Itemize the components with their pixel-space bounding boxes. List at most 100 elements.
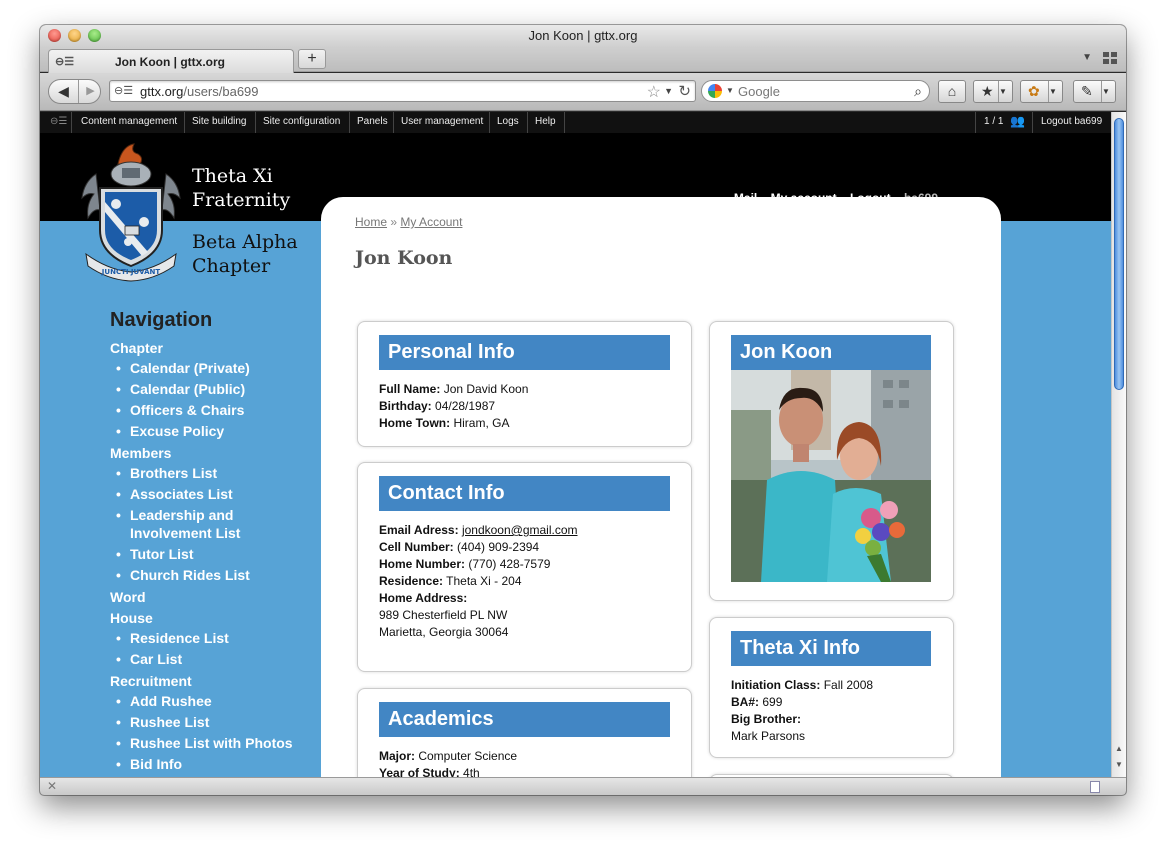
nav-item-church-rides-list[interactable]: Church Rides List — [110, 566, 293, 584]
tab-list-dropdown-icon[interactable]: ▼ — [1082, 52, 1092, 63]
nav-section-recruitment[interactable]: Recruitment — [110, 671, 293, 692]
tab-label: Jon Koon | gttx.org — [115, 55, 226, 69]
admin-menu-content-management[interactable]: Content management — [81, 116, 177, 127]
cell-number-value: (404) 909-2394 — [457, 540, 540, 554]
back-button[interactable]: ◀ — [49, 80, 79, 103]
contact-info-body: Email Adress: jondkoon@gmail.com Cell Nu… — [379, 523, 578, 639]
nav-item-residence-list[interactable]: Residence List — [110, 629, 293, 647]
url-text[interactable]: gttx.org/users/ba699 — [140, 84, 259, 99]
new-tab-button[interactable]: + — [298, 49, 326, 69]
ba-number-value: 699 — [762, 695, 783, 709]
nav-section-house[interactable]: House — [110, 608, 293, 629]
url-history-dropdown-icon[interactable]: ▼ — [664, 86, 673, 96]
minimize-window-button[interactable] — [68, 29, 81, 42]
major-value: Computer Science — [418, 749, 518, 763]
nav-item-officers-chairs[interactable]: Officers & Chairs — [110, 401, 293, 419]
url-bar[interactable]: ⊖☰ gttx.org/users/ba699 ☆ ▼ ↻ — [109, 80, 696, 102]
nav-item-tutor-list[interactable]: Tutor List — [110, 545, 293, 563]
forward-button[interactable]: ▶ — [80, 80, 101, 103]
page-title: Jon Koon — [355, 247, 453, 269]
chapter-name: Beta Alpha Chapter — [192, 230, 298, 278]
admin-logout-link[interactable]: Logout ba699 — [1041, 116, 1102, 127]
addon-button[interactable]: ✿ ▼ — [1020, 80, 1063, 103]
nav-item-associates-list[interactable]: Associates List — [110, 485, 293, 503]
back-forward-group: ◀ ▶ — [48, 79, 101, 104]
admin-menu-site-configuration[interactable]: Site configuration — [263, 116, 340, 127]
close-window-button[interactable] — [48, 29, 61, 42]
scroll-down-icon[interactable]: ▼ — [1115, 760, 1123, 769]
users-online-icon: 👥 — [1010, 114, 1025, 128]
nav-item-add-rushee[interactable]: Add Rushee — [110, 692, 293, 710]
admin-menu-panels[interactable]: Panels — [357, 116, 388, 127]
nav-item-calendar-private[interactable]: Calendar (Private) — [110, 359, 293, 377]
hometown-value: Hiram, GA — [453, 416, 510, 430]
academics-heading: Academics — [379, 702, 670, 737]
home-number-value: (770) 428-7579 — [468, 557, 551, 571]
nav-item-leadership-list[interactable]: Leadership and Involvement List — [110, 506, 270, 542]
site-name-line2: Fraternity — [192, 189, 291, 211]
search-input[interactable]: Google — [738, 84, 780, 99]
site-name-line1: Theta Xi — [192, 165, 273, 187]
main-content: Home » My Account Jon Koon Personal Info… — [321, 197, 1001, 777]
navigation-heading: Navigation — [110, 309, 213, 331]
search-bar[interactable]: ▼ Google ⌕ — [701, 80, 930, 102]
email-link[interactable]: jondkoon@gmail.com — [462, 523, 578, 537]
home-button[interactable]: ⌂ — [938, 80, 966, 103]
breadcrumb: Home » My Account — [355, 215, 462, 229]
nav-item-rushee-list-photos[interactable]: Rushee List with Photos — [110, 734, 293, 752]
personal-info-body: Full Name: Jon David Koon Birthday: 04/2… — [379, 382, 529, 430]
fraternity-crest-logo: JUNCTI JUVANT — [81, 143, 181, 282]
nav-item-car-list[interactable]: Car List — [110, 650, 293, 668]
nav-item-bid-info[interactable]: Bid Info — [110, 755, 293, 773]
zoom-window-button[interactable] — [88, 29, 101, 42]
nav-section-chapter[interactable]: Chapter — [110, 338, 293, 359]
scroll-up-icon[interactable]: ▲ — [1115, 744, 1123, 753]
academics-body: Major: Computer Science Year of Study: 4… — [379, 748, 517, 777]
site-name[interactable]: Theta Xi Fraternity — [192, 164, 290, 212]
reload-icon[interactable]: ↻ — [678, 82, 691, 100]
close-addon-bar-icon[interactable]: ✕ — [47, 779, 57, 793]
breadcrumb-home-link[interactable]: Home — [355, 215, 387, 229]
bookmarks-button[interactable]: ★ ▼ — [973, 80, 1013, 103]
page-viewport: ⊖☰ Content management Site building Site… — [40, 112, 1111, 777]
nav-item-calendar-public[interactable]: Calendar (Public) — [110, 380, 293, 398]
bookmark-star-icon[interactable]: ☆ — [647, 82, 661, 102]
nav-section-word[interactable]: Word — [110, 587, 293, 608]
tab-overview-icon[interactable] — [1103, 52, 1117, 65]
search-icon[interactable]: ⌕ — [914, 83, 922, 100]
admin-home-icon[interactable]: ⊖☰ — [50, 116, 67, 127]
personal-info-heading: Personal Info — [379, 335, 670, 370]
profile-photo[interactable] — [731, 370, 931, 582]
profile-heading: Jon Koon — [731, 335, 931, 370]
title-bar: Jon Koon | gttx.org — [40, 25, 1126, 47]
site-favicon-icon: ⊖☰ — [55, 56, 75, 68]
admin-menu-user-management[interactable]: User management — [401, 116, 483, 127]
tools-button[interactable]: ✎ ▼ — [1073, 80, 1116, 103]
year-value: 4th — [463, 766, 480, 777]
scrollbar-thumb[interactable] — [1114, 118, 1124, 390]
profile-photo-panel: Jon Koon — [709, 321, 954, 601]
breadcrumb-separator: » — [390, 215, 398, 229]
full-name-value: Jon David Koon — [443, 382, 529, 396]
theta-xi-info-body: Initiation Class: Fall 2008 BA#: 699 Big… — [731, 678, 874, 743]
residence-value: Theta Xi - 204 — [446, 574, 522, 588]
vertical-scrollbar[interactable]: ▲ ▼ — [1111, 112, 1126, 777]
admin-menu-help[interactable]: Help — [535, 116, 556, 127]
chapter-name-line2: Chapter — [192, 255, 271, 277]
google-engine-icon[interactable] — [708, 84, 722, 98]
admin-menu-site-building[interactable]: Site building — [192, 116, 246, 127]
sidebar-navigation: Navigation Chapter Calendar (Private) Ca… — [110, 309, 293, 776]
nav-item-brothers-list[interactable]: Brothers List — [110, 464, 293, 482]
nav-section-members[interactable]: Members — [110, 443, 293, 464]
site-identity-icon[interactable]: ⊖☰ — [114, 84, 133, 97]
academics-panel: Academics Major: Computer Science Year o… — [357, 688, 692, 777]
tab-active[interactable]: ⊖☰ Jon Koon | gttx.org — [48, 49, 294, 73]
initiation-class-value: Fall 2008 — [823, 678, 874, 692]
address-line2: Marietta, Georgia 30064 — [379, 625, 509, 639]
nav-item-excuse-policy[interactable]: Excuse Policy — [110, 422, 293, 440]
search-engine-dropdown-icon[interactable]: ▼ — [726, 86, 734, 95]
contact-info-heading: Contact Info — [379, 476, 670, 511]
breadcrumb-my-account-link[interactable]: My Account — [400, 215, 462, 229]
nav-item-rushee-list[interactable]: Rushee List — [110, 713, 293, 731]
admin-menu-logs[interactable]: Logs — [497, 116, 519, 127]
